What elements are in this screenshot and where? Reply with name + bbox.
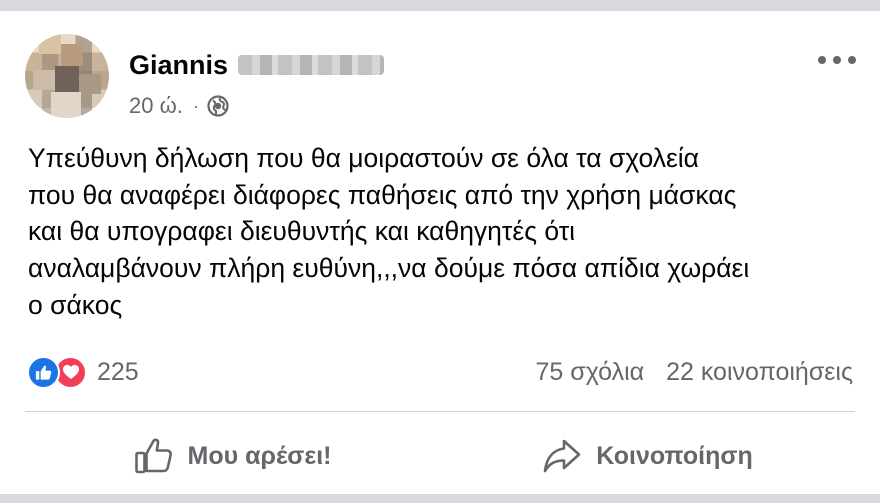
top-separator-band [0,0,880,11]
avatar-pixel [79,74,101,94]
author-surname-blurred [238,55,385,75]
post-timestamp[interactable]: 20 ώ. [129,93,183,119]
thumbs-up-icon [134,438,172,474]
more-dot [833,56,841,64]
author-name[interactable]: Giannis [129,50,228,81]
post-text-line: αναλαμβάνουν πλήρη ευθύνη,,,να δούμε πόσ… [28,253,750,284]
like-button[interactable]: Μου αρέσει! [25,426,440,486]
avatar[interactable] [25,34,109,118]
shares-count-link[interactable]: 22 κοινοποιήσεις [666,358,853,387]
post-meta: 20 ώ. · [129,92,229,120]
share-button-label: Κοινοποίηση [596,441,753,470]
reactions-count[interactable]: 225 [97,358,139,387]
author-row: Giannis [129,48,385,82]
avatar-pixel [61,44,83,66]
more-dot [818,56,826,64]
more-dot [848,56,856,64]
reactions-summary[interactable]: 225 [27,355,139,389]
post-text: Υπεύθυνη δήλωση που θα μοιραστούν σε όλα… [28,140,858,324]
avatar-pixel [51,92,81,118]
comments-count-link[interactable]: 75 σχόλια [536,358,645,387]
globe-icon[interactable] [207,95,229,117]
share-arrow-icon [543,439,581,473]
engagement-stats: 75 σχόλια 22 κοινοποιήσεις [536,355,853,389]
post-text-line: και θα υπογραφει διευθυντής και καθηγητέ… [28,216,576,247]
meta-separator: · [192,95,199,116]
avatar-pixel [39,34,61,54]
action-bar: Μου αρέσει! Κοινοποίηση [25,426,855,486]
avatar-pixel [55,66,79,92]
post-text-line: Υπεύθυνη δήλωση που θα μοιραστούν σε όλα… [28,143,699,173]
post-text-line: που θα αναφέρει διάφορες παθήσεις από τη… [28,179,737,210]
avatar-pixel [33,70,55,90]
more-options-icon[interactable] [818,50,856,70]
share-button[interactable]: Κοινοποίηση [440,426,855,486]
like-reaction-icon [27,355,60,389]
divider [25,411,855,412]
bottom-separator-band [0,494,880,503]
like-button-label: Μου αρέσει! [187,441,332,470]
post-text-line: ο σάκος [28,289,123,320]
